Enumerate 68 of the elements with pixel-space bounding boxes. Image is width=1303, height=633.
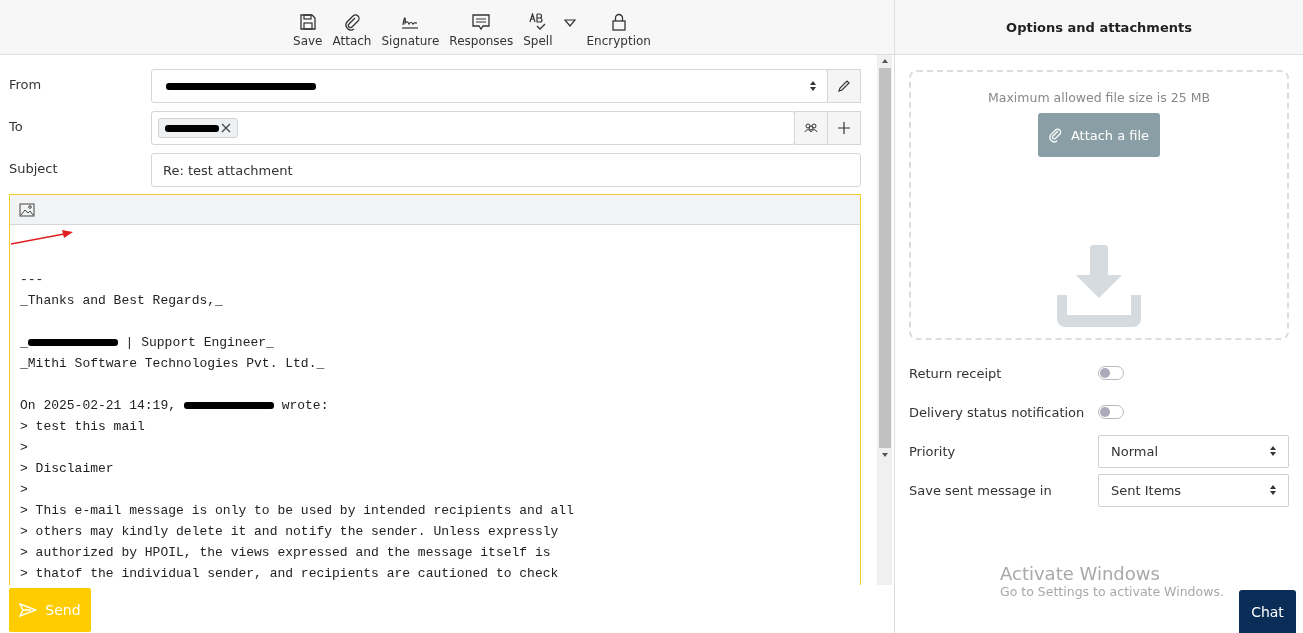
speech-bubble-icon (471, 13, 492, 31)
save-button[interactable]: Save (288, 13, 328, 48)
option-label: Return receipt (909, 365, 1003, 381)
contacts-button[interactable] (794, 111, 828, 145)
add-button[interactable] (827, 111, 861, 145)
recipient-chip[interactable] (158, 118, 238, 138)
image-icon[interactable] (19, 202, 35, 217)
paperclip-icon (1048, 127, 1063, 143)
activation-title: Activate Windows (1000, 563, 1161, 584)
sender-select[interactable] (151, 69, 828, 103)
body-text: > (20, 440, 28, 455)
recipients-field[interactable] (151, 111, 795, 145)
floppy-icon (298, 13, 317, 31)
scroll-down-icon[interactable] (880, 452, 889, 458)
option-label: Delivery status notification (909, 404, 1086, 420)
plus-icon (838, 122, 850, 134)
responses-button[interactable]: Responses (444, 13, 519, 48)
caret-icon (563, 19, 576, 27)
body-text: > (20, 482, 28, 497)
body-text: _Mithi Software Technologies Pvt. Ltd._ (20, 356, 325, 371)
padlock-icon (609, 13, 628, 31)
up-down-arrows-icon (809, 80, 817, 92)
body-text: On 2025-02-21 14:19, (20, 398, 178, 413)
field-label: From (9, 76, 43, 94)
size-limit-text: Maximum allowed file size is 25 MB (987, 90, 1211, 105)
pencil-icon (837, 79, 851, 93)
edit-button[interactable] (827, 69, 861, 103)
paper-plane-icon (19, 603, 38, 617)
scroll-up-icon[interactable] (880, 58, 889, 64)
subject-field[interactable]: Re: test attachment (151, 153, 861, 187)
toggle-switch[interactable] (1098, 405, 1124, 419)
body-text: wrote: (280, 398, 329, 413)
option-label: Priority (909, 443, 957, 459)
body-text: > others may kindly delete it and notify the sender. Unless expressly (20, 524, 559, 539)
spell-button[interactable]: Spell (518, 13, 558, 48)
up-down-arrows-icon (1269, 484, 1277, 496)
toggle-switch[interactable] (1098, 366, 1124, 380)
field-label: To (9, 118, 24, 136)
chat-button[interactable]: Chat (1239, 590, 1296, 633)
body-text: > thatof the individual sender, and recipients are cautioned to check (20, 566, 559, 581)
dropdown-select[interactable]: Normal (1098, 434, 1289, 468)
encryption-button[interactable]: Encryption (581, 13, 656, 48)
up-down-arrows-icon (1269, 445, 1277, 457)
body-text: > test this mail (20, 419, 145, 434)
annotation-arrow (10, 228, 74, 246)
field-label: Subject (9, 160, 59, 178)
body-text: > This e-mail message is only to be used by intended recipients and all (20, 503, 574, 518)
body-text: _Thanks and Best Regards,_ (20, 293, 223, 308)
drop-zone[interactable]: Maximum allowed file size is 25 MB Attach a file (909, 70, 1289, 340)
attach-button[interactable]: Attach (327, 13, 377, 48)
close-icon[interactable] (221, 123, 231, 133)
body-text: --- (20, 272, 44, 287)
spellcheck-icon (527, 13, 548, 31)
activation-text: Go to Settings to activate Windows. (1000, 584, 1224, 599)
dropdown-select[interactable]: Sent Items (1098, 473, 1289, 507)
body-text: | Support Engineer_ (124, 335, 274, 350)
panel-title: Options and attachments (1006, 19, 1192, 35)
body-text: > authorized by HPOIL, the views expressed and the message itself is (20, 545, 551, 560)
paperclip-icon (342, 13, 361, 31)
message-editor[interactable] (9, 194, 861, 585)
signature-button[interactable]: Signature (376, 13, 445, 48)
people-icon (804, 122, 818, 134)
body-text: _ (20, 335, 28, 350)
scrollbar[interactable] (877, 55, 892, 585)
body-text: > Disclaimer (20, 461, 114, 476)
option-label: Save sent message in (909, 482, 1053, 498)
download-icon (1057, 245, 1141, 327)
scrollbar-thumb[interactable] (878, 68, 891, 448)
